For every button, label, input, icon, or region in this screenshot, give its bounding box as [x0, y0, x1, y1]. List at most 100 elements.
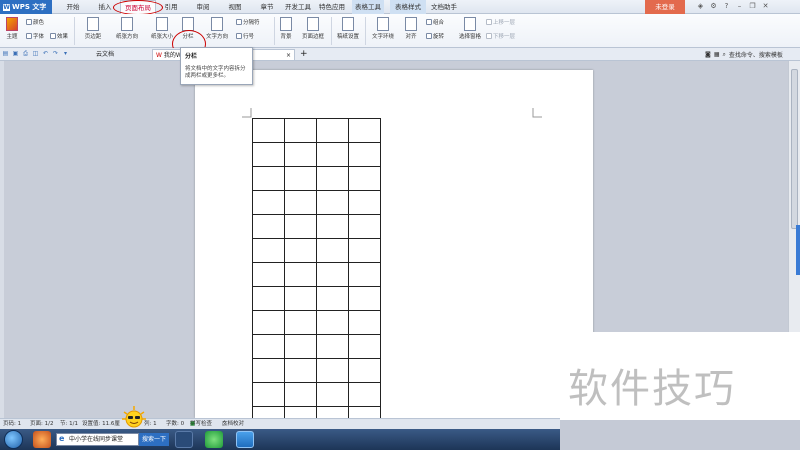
tab-doc-assistant[interactable]: 文档助手: [428, 0, 460, 14]
settings-icon[interactable]: ⚙: [709, 2, 718, 11]
table-cell[interactable]: [252, 286, 285, 311]
tab-chapter[interactable]: 章节: [256, 0, 278, 14]
line-numbers-button[interactable]: 行号: [236, 32, 254, 40]
breaks-button[interactable]: 分隔符: [236, 18, 260, 26]
doc-tab-cloud[interactable]: 云文档: [93, 49, 151, 60]
table-cell[interactable]: [316, 238, 349, 263]
close-icon[interactable]: ✕: [761, 2, 770, 11]
table-cell[interactable]: [284, 190, 317, 215]
tab-table-tools[interactable]: 表格工具: [352, 0, 384, 14]
table-cell[interactable]: [348, 214, 381, 239]
table-cell[interactable]: [348, 166, 381, 191]
tab-view[interactable]: 视图: [224, 0, 246, 14]
dropdown-icon[interactable]: ▾: [62, 50, 69, 57]
orientation-button[interactable]: 纸张方向: [110, 17, 144, 40]
table-cell[interactable]: [316, 382, 349, 407]
side-panel-tab[interactable]: [796, 225, 800, 275]
table-cell[interactable]: [348, 334, 381, 359]
send-backward-button[interactable]: 下移一层: [486, 32, 515, 40]
table-cell[interactable]: [284, 262, 317, 287]
rotate-button[interactable]: 旋转: [426, 32, 444, 40]
table-cell[interactable]: [348, 358, 381, 383]
margins-button[interactable]: 页边距: [80, 17, 106, 40]
text-direction-button[interactable]: 文字方向: [202, 17, 232, 40]
table-cell[interactable]: [316, 142, 349, 167]
login-button[interactable]: 未登录: [645, 0, 685, 14]
preview-icon[interactable]: ◫: [32, 50, 39, 57]
table-cell[interactable]: [284, 382, 317, 407]
table-cell[interactable]: [348, 286, 381, 311]
pinned-app-icon[interactable]: [33, 431, 51, 448]
table-cell[interactable]: [316, 334, 349, 359]
table-cell[interactable]: [316, 358, 349, 383]
draft-settings-button[interactable]: 稿纸设置: [333, 17, 363, 40]
table-cell[interactable]: [284, 334, 317, 359]
table-cell[interactable]: [252, 358, 285, 383]
start-button[interactable]: [4, 430, 23, 449]
table-cell[interactable]: [252, 310, 285, 335]
minimize-icon[interactable]: –: [735, 2, 744, 11]
table-cell[interactable]: [316, 190, 349, 215]
browser-app-icon[interactable]: [205, 431, 223, 448]
print-icon[interactable]: ⎙: [22, 50, 29, 57]
table-cell[interactable]: [252, 190, 285, 215]
app-menu-button[interactable]: W WPS 文字: [0, 0, 52, 14]
effect-button[interactable]: 效果: [50, 32, 68, 40]
background-button[interactable]: 背景: [276, 17, 296, 40]
tab-review[interactable]: 审阅: [192, 0, 214, 14]
table-cell[interactable]: [252, 382, 285, 407]
help-icon[interactable]: ?: [722, 2, 731, 11]
wrap-text-button[interactable]: 文字环绕: [368, 17, 398, 40]
table-cell[interactable]: [252, 142, 285, 167]
command-search[interactable]: ◙ ▦ ⌕ 查找命令、搜索模板: [705, 50, 783, 60]
open-icon[interactable]: ▤: [2, 50, 9, 57]
color-button[interactable]: 颜色: [26, 18, 44, 26]
scrollbar-thumb[interactable]: [791, 69, 798, 229]
table-cell[interactable]: [348, 190, 381, 215]
table-cell[interactable]: [348, 382, 381, 407]
table-cell[interactable]: [252, 214, 285, 239]
table-cell[interactable]: [252, 334, 285, 359]
pen-app-icon[interactable]: [175, 431, 193, 448]
table-cell[interactable]: [284, 118, 317, 143]
table-cell[interactable]: [284, 142, 317, 167]
select-pane-button[interactable]: 选择窗格: [456, 17, 484, 40]
bring-forward-button[interactable]: 上移一层: [486, 18, 515, 26]
table-cell[interactable]: [348, 142, 381, 167]
table-cell[interactable]: [316, 118, 349, 143]
table-cell[interactable]: [284, 286, 317, 311]
font-button[interactable]: 字体: [26, 32, 44, 40]
close-tab-icon[interactable]: ×: [286, 50, 291, 61]
theme-button[interactable]: 主题: [2, 17, 22, 40]
table-cell[interactable]: [284, 310, 317, 335]
tab-start[interactable]: 开始: [62, 0, 84, 14]
columns-button[interactable]: 分栏: [177, 17, 199, 40]
align-button[interactable]: 对齐: [400, 17, 422, 40]
taskbar-search-input[interactable]: 中小学在线同步课堂: [56, 433, 139, 446]
paper-size-button[interactable]: 纸张大小: [145, 17, 179, 40]
table-cell[interactable]: [348, 262, 381, 287]
tab-insert[interactable]: 插入: [94, 0, 116, 14]
table-cell[interactable]: [348, 310, 381, 335]
redo-icon[interactable]: ↷: [52, 50, 59, 57]
table-cell[interactable]: [348, 238, 381, 263]
taskbar-search-button[interactable]: 搜索一下: [139, 433, 169, 446]
table-cell[interactable]: [252, 118, 285, 143]
table-cell[interactable]: [284, 238, 317, 263]
table-cell[interactable]: [252, 238, 285, 263]
tab-features[interactable]: 特色应用: [316, 0, 348, 14]
tab-page-layout[interactable]: 页面布局: [120, 0, 156, 14]
table-cell[interactable]: [316, 286, 349, 311]
tab-developer[interactable]: 开发工具: [282, 0, 314, 14]
table-cell[interactable]: [284, 166, 317, 191]
tab-reference[interactable]: 引用: [160, 0, 182, 14]
group-button[interactable]: 组合: [426, 18, 444, 26]
table-cell[interactable]: [316, 166, 349, 191]
table-cell[interactable]: [348, 118, 381, 143]
skin-icon[interactable]: ◈: [696, 2, 705, 11]
table-cell[interactable]: [284, 214, 317, 239]
restore-icon[interactable]: ❐: [748, 2, 757, 11]
save-icon[interactable]: ▣: [12, 50, 19, 57]
document-table[interactable]: [252, 118, 381, 431]
tab-table-style[interactable]: 表格样式: [390, 0, 426, 14]
